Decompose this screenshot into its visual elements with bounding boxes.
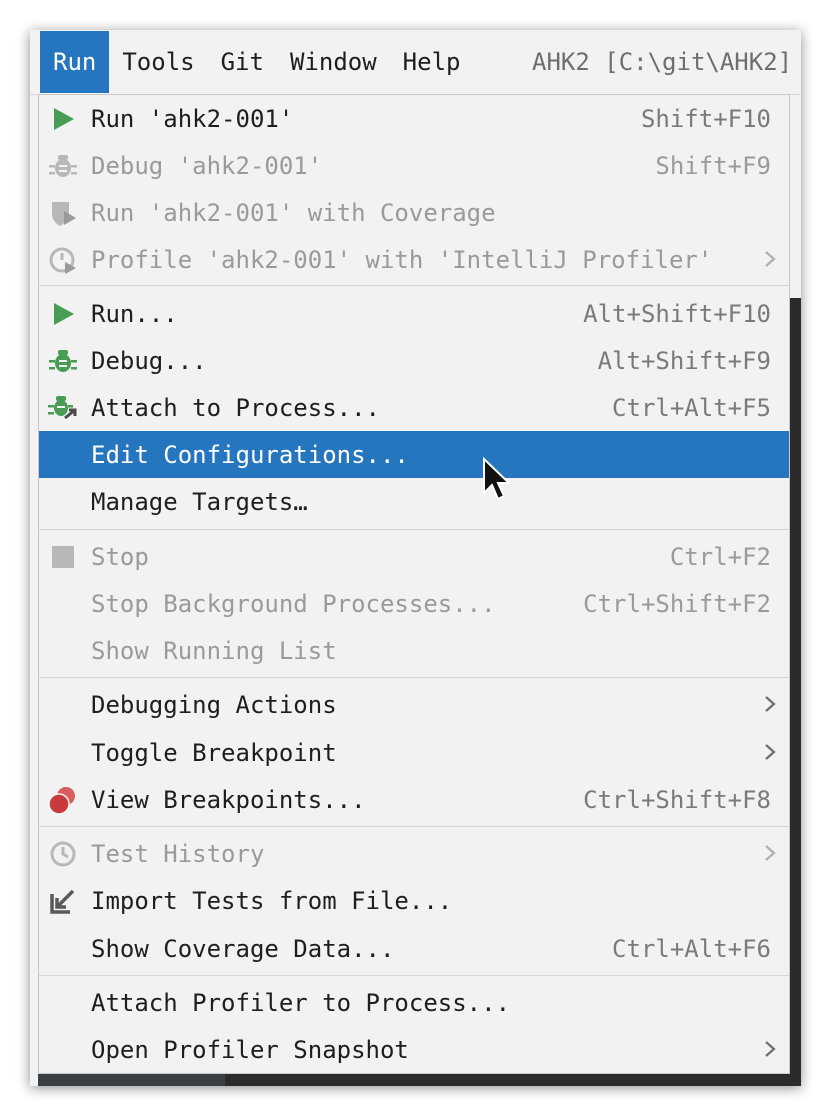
menu-item-test-history[interactable]: Test History: [39, 830, 789, 877]
menu-item-shortcut: Shift+F9: [655, 151, 771, 180]
mouse-cursor-icon: [483, 457, 512, 501]
stop-square-icon: [47, 541, 79, 573]
menu-item-shortcut: Alt+Shift+F10: [583, 299, 771, 328]
coverage-shield-icon: [47, 197, 79, 229]
project-title: AHK2 [C:\git\AHK2]: [532, 48, 793, 76]
menu-git[interactable]: Git: [208, 30, 277, 94]
menu-item-label: Manage Targets…: [91, 487, 308, 516]
run-play-icon: [47, 103, 79, 135]
profiler-icon: [47, 244, 79, 276]
menu-run[interactable]: Run: [40, 31, 110, 93]
menu-item-stop[interactable]: Stop Ctrl+F2: [39, 533, 789, 580]
menu-item-label: Stop: [91, 542, 149, 571]
chevron-right-icon: [759, 1038, 781, 1060]
menu-item-stop-background[interactable]: Stop Background Processes... Ctrl+Shift+…: [39, 580, 789, 627]
menu-item-label: Profile 'ahk2-001' with 'IntelliJ Profil…: [91, 245, 713, 274]
menu-item-label: Debug 'ahk2-001': [91, 151, 323, 180]
menu-item-view-breakpoints[interactable]: View Breakpoints... Ctrl+Shift+F8: [39, 776, 789, 823]
menu-item-run-with-coverage[interactable]: Run 'ahk2-001' with Coverage: [39, 189, 789, 236]
menu-item-attach-profiler[interactable]: Attach Profiler to Process...: [39, 979, 789, 1026]
menu-window[interactable]: Window: [277, 30, 390, 94]
menu-item-label: View Breakpoints...: [91, 785, 366, 814]
menu-item-import-tests[interactable]: Import Tests from File...: [39, 877, 789, 924]
debug-bug-icon: [47, 150, 79, 182]
menu-item-debug[interactable]: Debug... Alt+Shift+F9: [39, 337, 789, 384]
menu-item-label: Run 'ahk2-001': [91, 104, 294, 133]
menu-item-label: Show Running List: [91, 636, 337, 665]
menu-item-label: Attach to Process...: [91, 393, 380, 422]
editor-backdrop: [790, 94, 801, 298]
chevron-right-icon: [759, 248, 781, 270]
history-clock-icon: [47, 838, 79, 870]
menu-item-label: Show Coverage Data...: [91, 934, 395, 963]
menu-item-label: Stop Background Processes...: [91, 589, 496, 618]
menu-item-shortcut: Alt+Shift+F9: [597, 346, 771, 375]
menu-separator: [39, 529, 789, 530]
menu-separator: [39, 975, 789, 976]
menu-item-shortcut: Ctrl+Alt+F6: [612, 934, 771, 963]
chevron-right-icon: [759, 741, 781, 763]
bottom-panel-backdrop: [225, 1074, 790, 1086]
menu-item-label: Run...: [91, 299, 178, 328]
menu-help[interactable]: Help: [390, 30, 474, 94]
menu-separator: [39, 826, 789, 827]
attach-process-icon: [47, 392, 79, 424]
chevron-right-icon: [759, 842, 781, 864]
menu-item-run-config[interactable]: Run 'ahk2-001' Shift+F10: [39, 95, 789, 142]
run-play-icon: [47, 298, 79, 330]
menu-item-label: Toggle Breakpoint: [91, 738, 337, 767]
menu-item-run[interactable]: Run... Alt+Shift+F10: [39, 290, 789, 337]
import-arrow-icon: [47, 885, 79, 917]
menu-item-show-running-list[interactable]: Show Running List: [39, 627, 789, 674]
menu-separator: [39, 677, 789, 678]
breakpoints-icon: [47, 784, 79, 816]
menu-item-label: Attach Profiler to Process...: [91, 988, 511, 1017]
menu-item-edit-configurations[interactable]: Edit Configurations...: [39, 431, 789, 478]
menu-item-shortcut: Ctrl+F2: [669, 542, 771, 571]
menu-item-label: Open Profiler Snapshot: [91, 1035, 409, 1064]
menu-separator: [39, 285, 789, 286]
run-menu-dropdown: Run 'ahk2-001' Shift+F10 Debug 'ahk2-001…: [38, 94, 790, 1074]
menu-tools[interactable]: Tools: [109, 30, 207, 94]
menu-item-shortcut: Ctrl+Shift+F8: [583, 785, 771, 814]
menu-item-label: Run 'ahk2-001' with Coverage: [91, 198, 496, 227]
menu-item-label: Test History: [91, 839, 265, 868]
menu-item-shortcut: Shift+F10: [640, 104, 771, 133]
editor-backdrop-dark: [790, 298, 801, 1086]
menu-item-attach-to-process[interactable]: Attach to Process... Ctrl+Alt+F5: [39, 384, 789, 431]
menu-item-label: Import Tests from File...: [91, 886, 453, 915]
menu-item-label: Edit Configurations...: [91, 440, 409, 469]
menu-item-manage-targets[interactable]: Manage Targets…: [39, 478, 789, 525]
menu-item-label: Debug...: [91, 346, 207, 375]
menu-bar: Run Tools Git Window Help AHK2 [C:\git\A…: [30, 30, 801, 95]
menu-item-shortcut: Ctrl+Shift+F2: [583, 589, 771, 618]
menu-item-shortcut: Ctrl+Alt+F5: [612, 393, 771, 422]
project-panel-backdrop: [30, 94, 38, 1086]
chevron-right-icon: [759, 693, 781, 715]
menu-item-open-profiler-snapshot[interactable]: Open Profiler Snapshot: [39, 1026, 789, 1073]
menu-item-debug-config[interactable]: Debug 'ahk2-001' Shift+F9: [39, 142, 789, 189]
menu-item-label: Debugging Actions: [91, 690, 337, 719]
debug-bug-icon: [47, 345, 79, 377]
menu-item-profile-config[interactable]: Profile 'ahk2-001' with 'IntelliJ Profil…: [39, 236, 789, 283]
menu-item-debugging-actions[interactable]: Debugging Actions: [39, 681, 789, 728]
menu-item-show-coverage-data[interactable]: Show Coverage Data... Ctrl+Alt+F6: [39, 925, 789, 972]
menu-item-toggle-breakpoint[interactable]: Toggle Breakpoint: [39, 729, 789, 776]
